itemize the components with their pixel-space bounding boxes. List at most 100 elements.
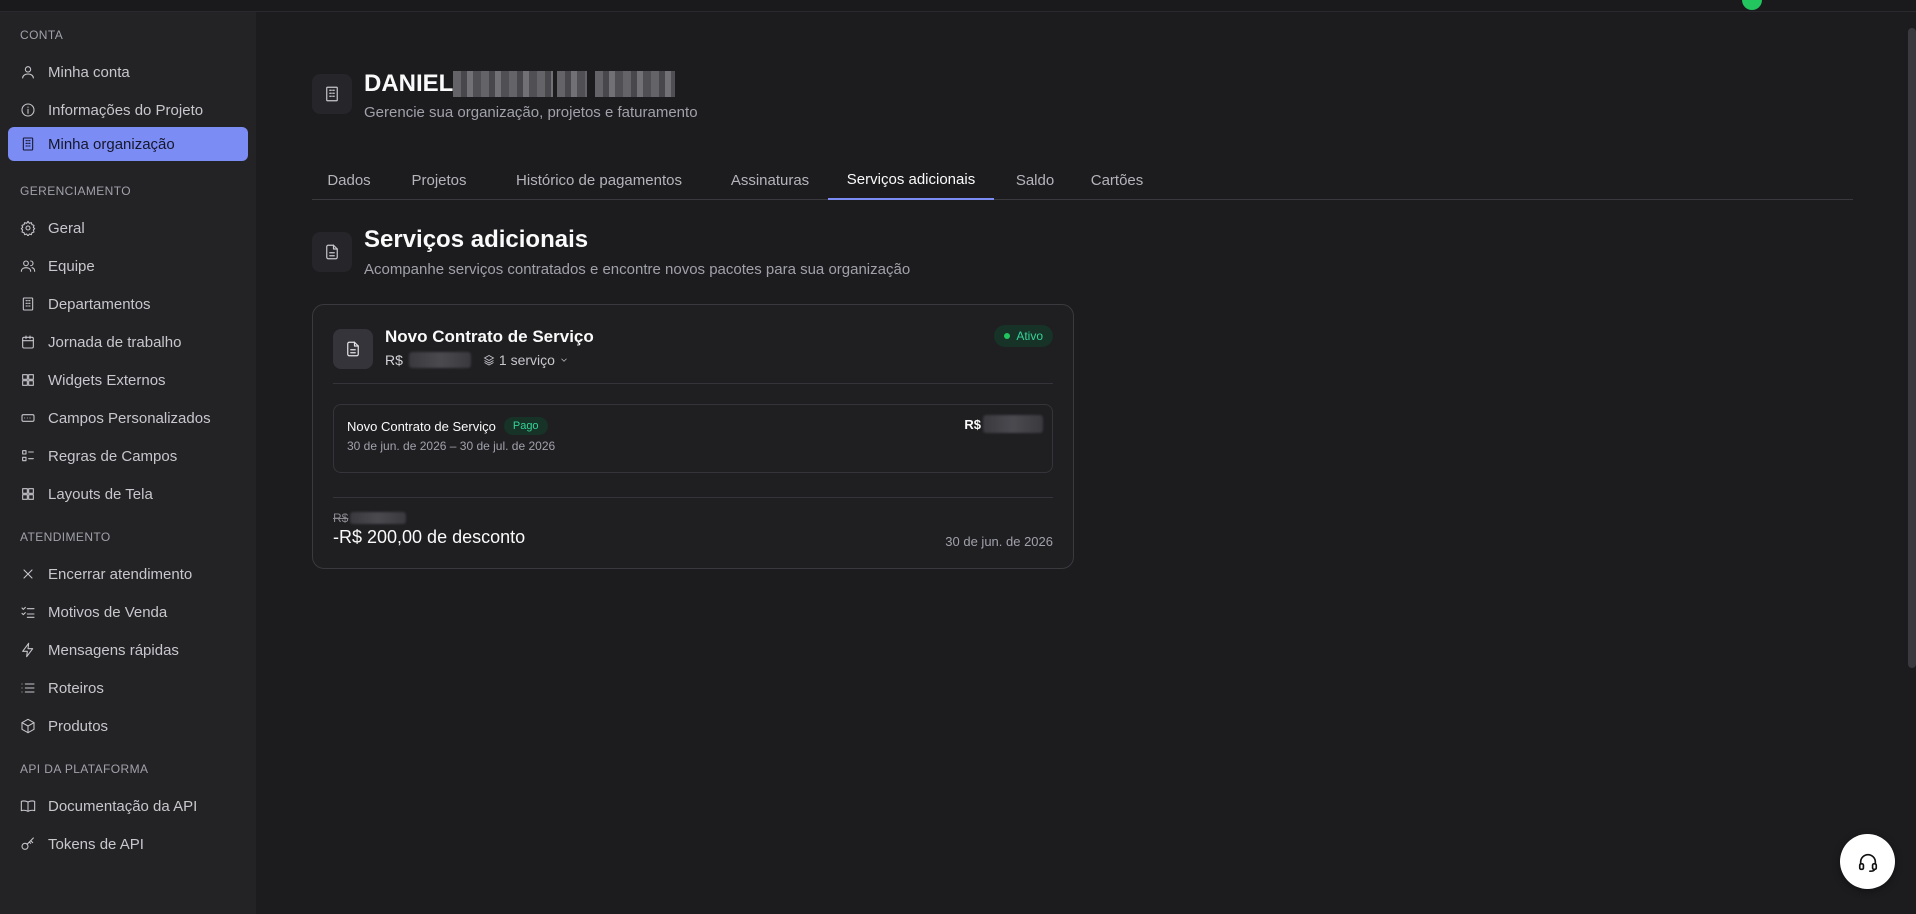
tab-projetos[interactable]: Projetos (400, 160, 478, 200)
page-title: DANIEL (364, 70, 676, 98)
sidebar-item-tokens-api[interactable]: Tokens de API (8, 827, 248, 861)
support-button[interactable] (1840, 834, 1895, 889)
calendar-icon (20, 334, 36, 350)
sidebar-item-documentacao-api[interactable]: Documentação da API (8, 789, 248, 823)
box-icon (20, 718, 36, 734)
redacted-amount (408, 352, 471, 368)
original-price: R$ (333, 511, 407, 525)
sidebar-item-equipe[interactable]: Equipe (8, 249, 248, 283)
zap-icon (20, 642, 36, 658)
sidebar-item-layouts-tela[interactable]: Layouts de Tela (8, 477, 248, 511)
org-name: DANIEL (364, 70, 454, 97)
sidebar-item-label: Roteiros (48, 679, 104, 697)
contract-title: Novo Contrato de Serviço (385, 327, 594, 346)
sidebar-item-label: Minha organização (48, 135, 175, 153)
users-icon (20, 258, 36, 274)
sidebar-item-regras-campos[interactable]: Regras de Campos (8, 439, 248, 473)
sidebar-section-title: CONTA (20, 28, 64, 42)
redacted-amount (350, 512, 407, 524)
section-title: Serviços adicionais (364, 226, 589, 253)
discount-amount: -R$ 200,00 de desconto (333, 527, 526, 547)
list-check-icon (20, 448, 36, 464)
sidebar-item-label: Geral (48, 219, 85, 237)
sidebar-item-campos-personalizados[interactable]: Campos Personalizados (8, 401, 248, 435)
info-icon (20, 102, 36, 118)
sidebar-item-minha-conta[interactable]: Minha conta (8, 55, 248, 89)
tab-dados[interactable]: Dados (312, 160, 386, 200)
sidebar-item-label: Mensagens rápidas (48, 641, 179, 659)
sidebar-item-label: Campos Personalizados (48, 409, 211, 427)
sidebar-item-departamentos[interactable]: Departamentos (8, 287, 248, 321)
tab-assinaturas[interactable]: Assinaturas (720, 160, 820, 200)
divider (333, 497, 1053, 498)
section-subtitle: Acompanhe serviços contratados e encontr… (364, 261, 911, 278)
contract-price: R$ 1 serviço (385, 352, 569, 368)
service-count-label: 1 serviço (498, 352, 555, 368)
status-dot[interactable] (1742, 0, 1762, 10)
sidebar-item-label: Departamentos (48, 295, 151, 313)
sidebar-item-jornada-trabalho[interactable]: Jornada de trabalho (8, 325, 248, 359)
sidebar-item-minha-organizacao[interactable]: Minha organização (8, 127, 248, 161)
sidebar-item-motivos-venda[interactable]: Motivos de Venda (8, 595, 248, 629)
checklist-icon (20, 604, 36, 620)
line-item-period: 30 de jun. de 2026 – 30 de jul. de 2026 (347, 439, 556, 453)
tab-bar: Dados Projetos Histórico de pagamentos A… (312, 160, 1853, 200)
chevron-down-icon (561, 358, 567, 362)
service-contract-card: Novo Contrato de Serviço R$ 1 serviço At… (312, 304, 1074, 569)
document-icon (312, 232, 352, 272)
redacted-text (453, 71, 554, 97)
book-icon (20, 798, 36, 814)
sidebar-item-mensagens-rapidas[interactable]: Mensagens rápidas (8, 633, 248, 667)
sidebar-item-roteiros[interactable]: Roteiros (8, 671, 248, 705)
divider (333, 383, 1053, 384)
layers-icon (483, 355, 495, 366)
sidebar-section-title: GERENCIAMENTO (20, 184, 131, 198)
building-icon (20, 136, 36, 152)
redacted-text (595, 71, 676, 97)
tab-historico-pagamentos[interactable]: Histórico de pagamentos (494, 160, 704, 200)
document-icon (333, 329, 373, 369)
sidebar-section-title: API DA PLATAFORMA (20, 762, 149, 776)
layout-icon (20, 486, 36, 502)
sidebar-item-label: Widgets Externos (48, 371, 166, 389)
page-subtitle: Gerencie sua organização, projetos e fat… (364, 104, 698, 121)
status-badge: Ativo (994, 325, 1053, 347)
line-item: Novo Contrato de Serviço Pago 30 de jun.… (333, 404, 1053, 473)
close-icon (20, 566, 36, 582)
field-icon (20, 410, 36, 426)
line-item-title: Novo Contrato de Serviço Pago (347, 417, 548, 435)
line-item-price: R$ (964, 415, 1043, 433)
service-count-dropdown[interactable]: 1 serviço (483, 352, 569, 368)
contract-date: 30 de jun. de 2026 (945, 534, 1053, 549)
sidebar-item-label: Equipe (48, 257, 95, 275)
sidebar: CONTA Minha conta Informações do Projeto… (0, 12, 256, 914)
sidebar-item-label: Minha conta (48, 63, 130, 81)
sidebar-item-label: Documentação da API (48, 797, 198, 815)
currency-label: R$ (964, 416, 981, 432)
gear-icon (20, 220, 36, 236)
headset-icon (1858, 853, 1877, 872)
sidebar-item-informacoes-projeto[interactable]: Informações do Projeto (8, 93, 248, 127)
tab-saldo[interactable]: Saldo (1010, 160, 1060, 200)
sidebar-item-encerrar-atendimento[interactable]: Encerrar atendimento (8, 557, 248, 591)
status-label: Ativo (1016, 329, 1043, 343)
sidebar-item-label: Encerrar atendimento (48, 565, 193, 583)
redacted-text (557, 71, 588, 97)
scrollbar[interactable] (1908, 28, 1916, 668)
sidebar-item-label: Informações do Projeto (48, 101, 204, 119)
tab-servicos-adicionais[interactable]: Serviços adicionais (828, 160, 994, 200)
sidebar-item-geral[interactable]: Geral (8, 211, 248, 245)
list-icon (20, 680, 36, 696)
building-icon (20, 296, 36, 312)
status-dot (1004, 333, 1011, 339)
sidebar-item-widgets-externos[interactable]: Widgets Externos (8, 363, 248, 397)
sidebar-item-produtos[interactable]: Produtos (8, 709, 248, 743)
redacted-amount (983, 415, 1043, 433)
tab-cartoes[interactable]: Cartões (1082, 160, 1152, 200)
line-item-name: Novo Contrato de Serviço (347, 418, 496, 434)
sidebar-item-label: Tokens de API (48, 835, 144, 853)
sidebar-item-label: Jornada de trabalho (48, 333, 182, 351)
key-icon (20, 836, 36, 852)
building-icon (312, 74, 352, 114)
sidebar-section-title: ATENDIMENTO (20, 530, 111, 544)
